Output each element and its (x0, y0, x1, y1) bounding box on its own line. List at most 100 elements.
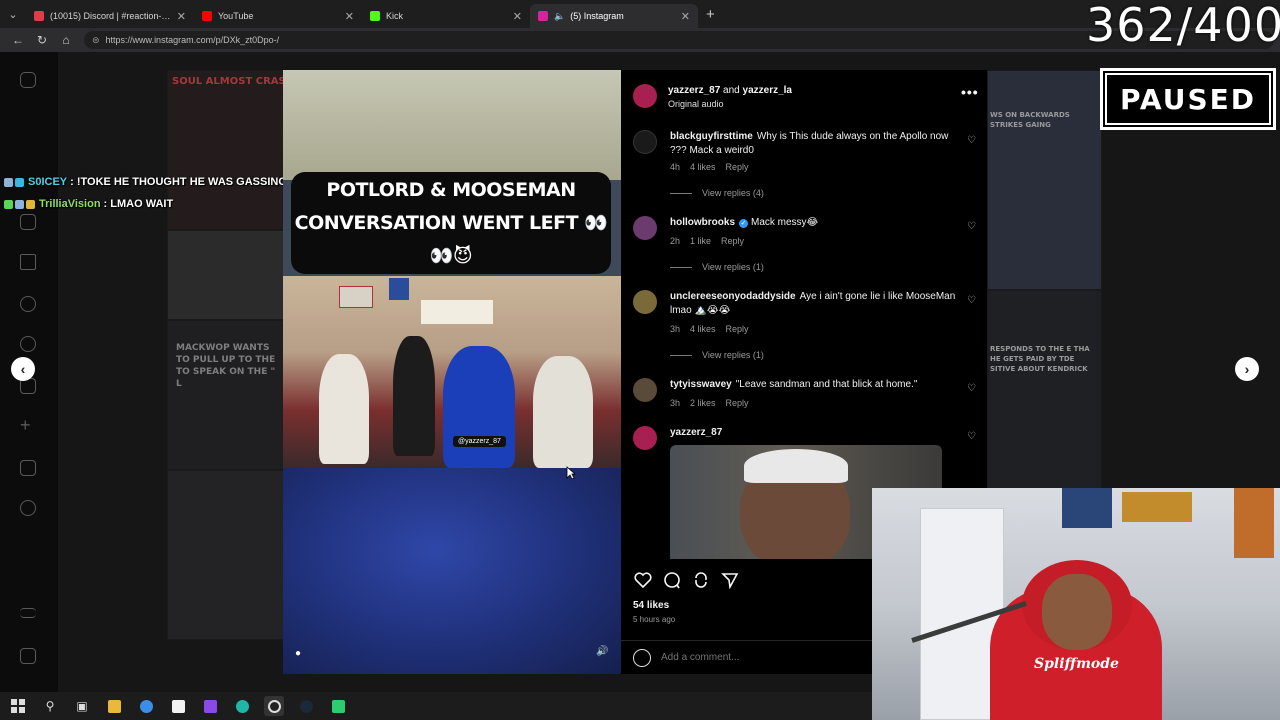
profile-icon[interactable] (20, 500, 36, 516)
heart-icon[interactable]: ♡ (967, 383, 976, 394)
tab-title: (10015) Discord | #reaction-submi (50, 11, 171, 21)
close-icon[interactable]: ✕ (681, 10, 690, 23)
person-tag-icon[interactable]: ● (295, 648, 301, 659)
reels-icon[interactable] (20, 214, 36, 230)
comment-avatar[interactable] (633, 378, 657, 402)
comment-input[interactable] (661, 652, 861, 663)
badge-icon (15, 199, 24, 209)
video-scene (283, 276, 621, 468)
comment-username[interactable]: tytyisswavey (670, 379, 732, 390)
comment-avatar[interactable] (633, 216, 657, 240)
webcam-poster (1122, 492, 1192, 522)
heart-icon[interactable]: ♡ (967, 221, 976, 232)
reply-button[interactable]: Reply (721, 236, 744, 246)
comment-bubble-icon[interactable] (662, 570, 681, 589)
comment-likes[interactable]: 2 likes (690, 398, 716, 408)
background-tile-text: RESPONDS TO THE E THA HE GETS PAID BY TD… (990, 345, 1090, 373)
new-tab-button[interactable]: + (706, 6, 715, 23)
close-icon[interactable]: ✕ (513, 10, 522, 23)
dashboard-icon[interactable] (20, 460, 36, 476)
instagram-logo-icon[interactable] (20, 72, 36, 88)
gif-hair (744, 449, 848, 483)
discord-icon (34, 11, 44, 21)
comment-likes[interactable]: 4 likes (690, 324, 716, 334)
comment-avatar[interactable] (633, 290, 657, 314)
tab-instagram[interactable]: 🔈 (5) Instagram ✕ (530, 4, 698, 28)
comment-username[interactable]: hollowbrooks (670, 217, 735, 228)
previous-post-button[interactable]: ‹ (11, 357, 35, 381)
video-person (319, 354, 369, 464)
comment-meta: 4h 4 likes Reply (670, 162, 749, 172)
background-post-tile[interactable] (167, 470, 285, 640)
more-apps-icon[interactable] (20, 648, 36, 664)
reply-button[interactable]: Reply (726, 398, 749, 408)
obs-icon[interactable] (264, 696, 284, 716)
comment-meta: 2h 1 like Reply (670, 236, 744, 246)
background-post-tile[interactable] (987, 290, 1102, 490)
tab-discord[interactable]: (10015) Discord | #reaction-submi ✕ (26, 4, 194, 28)
share-send-icon[interactable] (720, 570, 739, 589)
tab-kick[interactable]: Kick ✕ (362, 4, 530, 28)
webcam-feed: Spliffmode (872, 488, 1280, 720)
likes-count[interactable]: 54 likes (633, 600, 669, 611)
close-icon[interactable]: ✕ (345, 10, 354, 23)
comment-username[interactable]: yazzerz_87 (670, 427, 722, 438)
app-icon[interactable] (136, 696, 156, 716)
webcam-face (1042, 574, 1112, 650)
background-post-tile[interactable] (987, 70, 1102, 290)
background-post-tile[interactable] (167, 70, 285, 230)
comment-username[interactable]: blackguyfirsttime (670, 131, 753, 142)
menu-icon[interactable] (20, 608, 36, 618)
tab-youtube[interactable]: YouTube ✕ (194, 4, 362, 28)
reply-button[interactable]: Reply (726, 162, 749, 172)
comment-avatar[interactable] (633, 426, 657, 450)
comment-likes[interactable]: 4 likes (690, 162, 716, 172)
view-replies-button[interactable]: View replies (4) (670, 188, 764, 198)
reload-icon[interactable]: ↻ (30, 33, 54, 47)
app-icon[interactable] (200, 696, 220, 716)
task-view-icon[interactable]: ▣ (72, 696, 92, 716)
screen: ⌄ (10015) Discord | #reaction-submi ✕ Yo… (0, 0, 1280, 720)
messages-icon[interactable] (20, 254, 36, 270)
volume-icon[interactable]: 🔊 (596, 646, 608, 657)
author-link[interactable]: yazzerz_87 (668, 85, 720, 96)
heart-icon[interactable]: ♡ (967, 431, 976, 442)
tab-title: (5) Instagram (570, 11, 624, 21)
speaker-icon[interactable]: 🔈 (554, 11, 565, 22)
search-icon[interactable] (20, 296, 36, 312)
back-arrow-icon[interactable]: ← (6, 33, 30, 47)
search-icon[interactable]: ⚲ (40, 696, 60, 716)
view-replies-button[interactable]: View replies (1) (670, 262, 764, 272)
view-replies-button[interactable]: View replies (1) (670, 350, 764, 360)
goal-counter: 362/400 (1086, 0, 1280, 52)
app-icon[interactable] (328, 696, 348, 716)
edge-browser-icon[interactable] (232, 696, 252, 716)
divider (670, 192, 692, 194)
author-link[interactable]: yazzerz_la (743, 85, 792, 96)
windows-start-icon[interactable] (8, 696, 28, 716)
heart-icon[interactable]: ♡ (967, 135, 976, 146)
comment-username[interactable]: unclereeseonyodaddyside (670, 291, 796, 302)
create-icon[interactable]: + (20, 416, 36, 434)
audio-link[interactable]: Original audio (668, 99, 724, 109)
calendar-app-icon[interactable] (168, 696, 188, 716)
explore-icon[interactable] (20, 336, 36, 352)
like-heart-icon[interactable] (633, 570, 652, 589)
comment-time: 3h (670, 324, 681, 334)
more-options-button[interactable]: ••• (961, 84, 979, 100)
background-post-tile[interactable] (167, 230, 285, 320)
steam-icon[interactable] (296, 696, 316, 716)
close-icon[interactable]: ✕ (177, 10, 186, 23)
comment-avatar[interactable] (633, 130, 657, 154)
author-avatar[interactable] (633, 84, 657, 108)
tab-list-chevron-icon[interactable]: ⌄ (0, 0, 26, 28)
next-post-button[interactable]: › (1235, 357, 1259, 381)
file-explorer-icon[interactable] (104, 696, 124, 716)
comment-likes[interactable]: 1 like (690, 236, 711, 246)
home-icon[interactable]: ⌂ (54, 33, 78, 47)
reply-button[interactable]: Reply (726, 324, 749, 334)
heart-icon[interactable]: ♡ (967, 295, 976, 306)
repost-icon[interactable] (691, 570, 710, 589)
post-video[interactable]: POTLORD & MOOSEMAN CONVERSATION WENT LEF… (283, 70, 621, 674)
emoji-icon[interactable] (633, 648, 651, 667)
